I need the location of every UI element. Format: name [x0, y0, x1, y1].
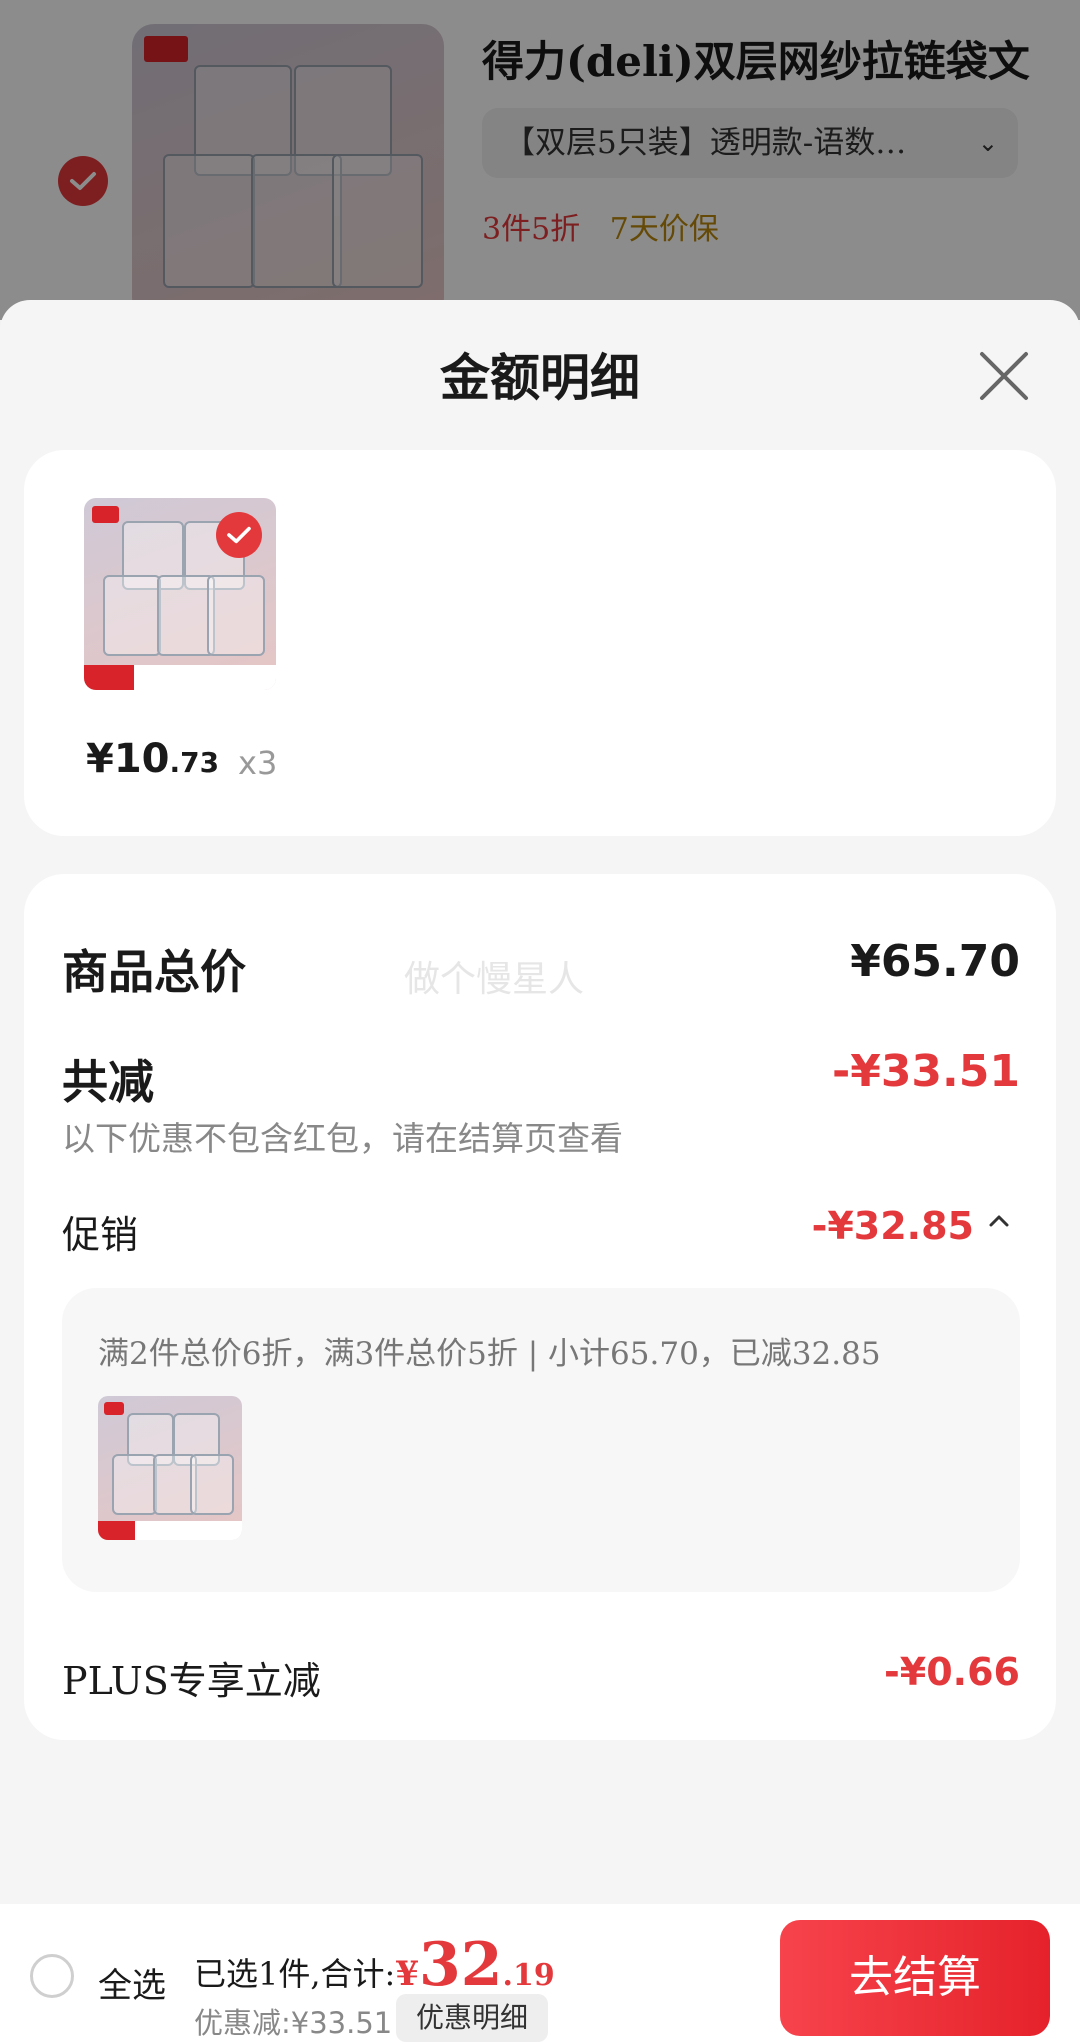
- reduction-value: -¥33.51: [831, 1046, 1020, 1097]
- total-value: ¥65.70: [850, 936, 1020, 987]
- selected-total: 已选1件,合计:¥32.19: [194, 1930, 555, 2000]
- discount-detail-button[interactable]: 优惠明细: [396, 1994, 549, 2042]
- chevron-up-icon[interactable]: [986, 1208, 1012, 1234]
- promotion-row[interactable]: 促销 -¥32.85: [62, 1204, 1020, 1257]
- amount-detail-sheet: 金额明细 ¥10.73 x3 做个慢星人 商品总价 ¥65.70 共减 -¥33…: [0, 300, 1080, 2044]
- reduction-note: 以下优惠不包含红包，请在结算页查看: [62, 1119, 623, 1158]
- total-decimal: .19: [502, 1958, 555, 1993]
- checkout-bar: 全选 已选1件,合计:¥32.19 优惠减:¥33.51 优惠明细 去结算: [0, 1904, 1080, 2044]
- price-breakdown-card: 做个慢星人 商品总价 ¥65.70 共减 -¥33.51 以下优惠不包含红包，请…: [24, 874, 1056, 1740]
- total-row: 商品总价 ¥65.70: [62, 936, 1020, 999]
- price-decimal: .73: [169, 746, 220, 779]
- selected-prefix: 已选1件,合计:: [194, 1955, 396, 1993]
- total-integer: 32: [419, 1930, 503, 2000]
- product-thumbnail[interactable]: [84, 498, 276, 690]
- promotion-detail-box: 满2件总价6折，满3件总价5折 | 小计65.70，已减32.85: [62, 1288, 1020, 1592]
- discount-summary: 优惠减:¥33.51: [194, 2006, 393, 2040]
- total-label: 商品总价: [62, 945, 246, 999]
- reduction-row: 共减 -¥33.51: [62, 1046, 1020, 1109]
- plus-discount-row: PLUS专享立减 -¥0.66: [62, 1650, 1020, 1703]
- selected-check-icon: [216, 512, 262, 558]
- reduction-label: 共减: [62, 1055, 154, 1109]
- promotion-product-thumbnail[interactable]: [98, 1396, 242, 1540]
- promotion-detail-text: 满2件总价6折，满3件总价5折 | 小计65.70，已减32.85: [98, 1336, 881, 1372]
- price-integer: ¥10: [86, 736, 170, 782]
- product-price: ¥10.73: [86, 736, 219, 782]
- overlay-dim[interactable]: [0, 0, 1080, 320]
- close-icon[interactable]: [976, 348, 1032, 404]
- sheet-title: 金额明细: [440, 348, 640, 407]
- promotion-value: -¥32.85: [811, 1204, 974, 1248]
- select-all-radio[interactable]: [30, 1954, 74, 1998]
- total-currency: ¥: [395, 1954, 419, 1994]
- product-quantity: x3: [238, 744, 278, 782]
- product-summary-card: ¥10.73 x3: [24, 450, 1056, 836]
- plus-discount-label: PLUS专享立减: [62, 1659, 321, 1703]
- plus-discount-value: -¥0.66: [884, 1650, 1020, 1694]
- promotion-label: 促销: [62, 1213, 139, 1257]
- checkout-button[interactable]: 去结算: [780, 1920, 1050, 2036]
- select-all-label[interactable]: 全选: [98, 1958, 166, 2007]
